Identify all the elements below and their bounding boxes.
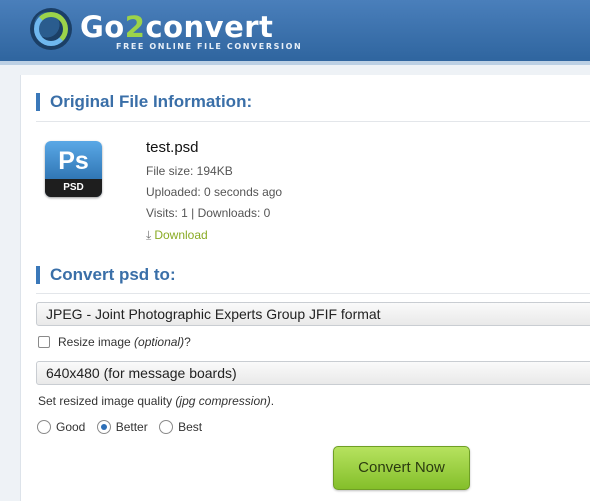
resize-label: Resize image (58, 335, 131, 349)
radio-good[interactable]: Good (37, 420, 85, 434)
quality-radios: Good Better Best (37, 420, 210, 437)
radio-better[interactable]: Better (96, 420, 148, 434)
original-file-title: Original File Information: (36, 93, 252, 111)
divider (36, 293, 590, 294)
resize-row: Resize image (optional)? (38, 335, 191, 349)
radio-good-dot[interactable] (37, 420, 51, 434)
file-name: test.psd (146, 139, 199, 156)
quality-note: (jpg compression) (175, 394, 271, 408)
convert-now-button[interactable]: Convert Now (333, 446, 470, 490)
size-select[interactable]: 640x480 (for message boards) (36, 361, 590, 385)
download-link[interactable]: ⤓ Download (146, 228, 208, 243)
psd-file-icon: Ps PSD (45, 141, 102, 197)
tagline: FREE ONLINE FILE CONVERSION (116, 42, 303, 51)
divider (36, 121, 590, 122)
convert-title: Convert psd to: (36, 266, 176, 284)
logo-text[interactable]: Go2convert (80, 10, 273, 44)
radio-better-dot[interactable] (96, 420, 111, 434)
radio-best-dot[interactable] (159, 420, 174, 434)
site-header: Go2convert FREE ONLINE FILE CONVERSION (0, 0, 590, 65)
download-label: Download (154, 228, 208, 242)
radio-best[interactable]: Best (159, 420, 202, 434)
file-size: File size: 194KB (146, 164, 233, 178)
resize-optional: (optional) (134, 335, 185, 349)
content-panel (20, 75, 590, 501)
logo-icon[interactable] (30, 8, 72, 50)
resize-checkbox[interactable] (38, 336, 50, 348)
download-icon: ⤓ (146, 228, 152, 242)
format-select[interactable]: JPEG - Joint Photographic Experts Group … (36, 302, 590, 326)
visits-downloads: Visits: 1 | Downloads: 0 (146, 206, 271, 220)
uploaded-time: Uploaded: 0 seconds ago (146, 185, 283, 199)
quality-label-row: Set resized image quality (jpg compressi… (38, 394, 275, 408)
